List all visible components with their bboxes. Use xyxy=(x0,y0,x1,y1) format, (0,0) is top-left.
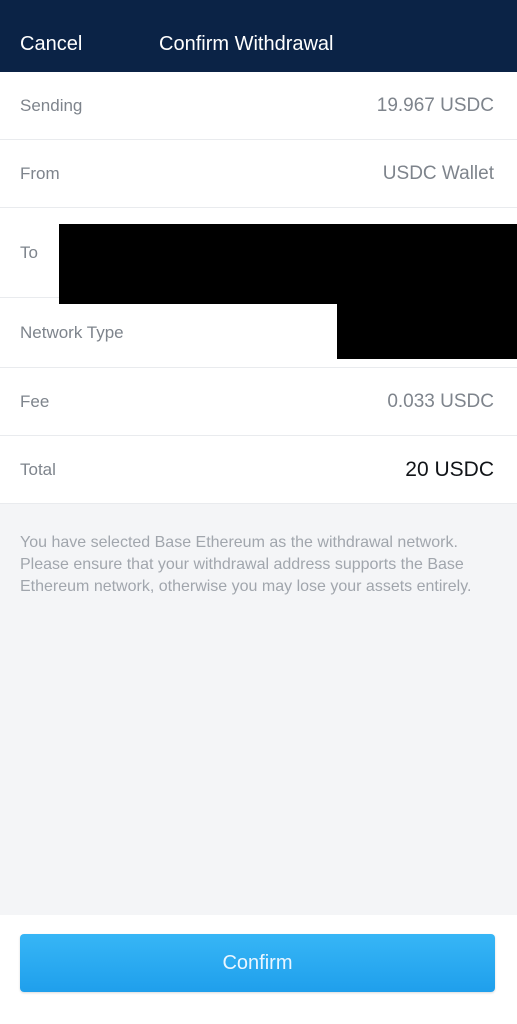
fee-label: Fee xyxy=(20,391,50,411)
network-type-label: Network Type xyxy=(20,322,124,342)
from-label: From xyxy=(20,163,60,183)
total-value: 20 USDC xyxy=(405,457,494,481)
total-row: Total 20 USDC xyxy=(0,436,517,504)
cancel-button[interactable]: Cancel xyxy=(20,0,82,72)
total-label: Total xyxy=(20,459,56,479)
confirm-button[interactable]: Confirm xyxy=(20,934,495,992)
sending-row: Sending 19.967 USDC xyxy=(0,72,517,140)
top-bar: Cancel Confirm Withdrawal xyxy=(0,0,517,72)
sending-value: 19.967 USDC xyxy=(376,94,494,116)
sending-label: Sending xyxy=(20,95,83,115)
redaction-block-address xyxy=(59,224,517,304)
from-row: From USDC Wallet xyxy=(0,140,517,208)
redaction-block-network xyxy=(337,302,517,359)
fee-value: 0.033 USDC xyxy=(387,390,494,412)
from-value: USDC Wallet xyxy=(382,162,494,184)
to-label: To xyxy=(20,242,38,262)
footer-bar: Confirm xyxy=(0,915,517,1024)
page-title: Confirm Withdrawal xyxy=(159,33,334,55)
network-warning-text: You have selected Base Ethereum as the w… xyxy=(20,534,472,595)
fee-row: Fee 0.033 USDC xyxy=(0,368,517,436)
